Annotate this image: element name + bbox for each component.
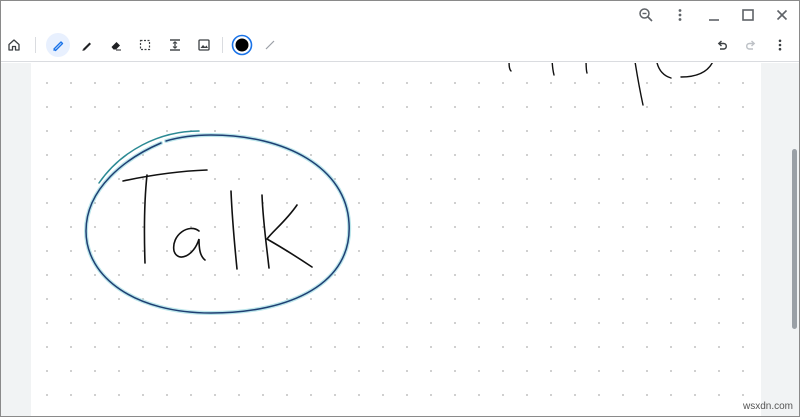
- toolbar: [1, 28, 799, 62]
- home-icon[interactable]: [2, 33, 26, 57]
- maximize-icon[interactable]: [731, 1, 765, 28]
- highlighter-pen-icon[interactable]: [46, 33, 70, 57]
- redo-icon[interactable]: [739, 33, 763, 57]
- eraser-icon[interactable]: [104, 33, 128, 57]
- close-icon[interactable]: [765, 1, 799, 28]
- app-window: wsxdn.com: [0, 0, 800, 417]
- stroke-width-icon[interactable]: [258, 33, 282, 57]
- more-vert-icon[interactable]: [663, 1, 697, 28]
- zoom-icon[interactable]: [629, 1, 663, 28]
- pen-icon[interactable]: [75, 33, 99, 57]
- toolbar-divider: [35, 37, 36, 53]
- minimize-icon[interactable]: [697, 1, 731, 28]
- lasso-select-icon[interactable]: [133, 33, 157, 57]
- watermark-text: wsxdn.com: [742, 401, 793, 412]
- dotted-page[interactable]: [31, 63, 761, 416]
- insert-space-icon[interactable]: [163, 33, 187, 57]
- handwriting-ink: [83, 63, 713, 316]
- title-bar: [1, 1, 799, 28]
- image-icon[interactable]: [192, 33, 216, 57]
- scrollbar-thumb[interactable]: [792, 149, 797, 329]
- drawing-canvas[interactable]: [1, 63, 799, 416]
- toolbar-divider: [222, 37, 223, 53]
- undo-icon[interactable]: [710, 33, 734, 57]
- color-swatch-black[interactable]: [230, 33, 254, 57]
- more-vert-icon[interactable]: [768, 33, 792, 57]
- vertical-scrollbar[interactable]: [790, 63, 799, 416]
